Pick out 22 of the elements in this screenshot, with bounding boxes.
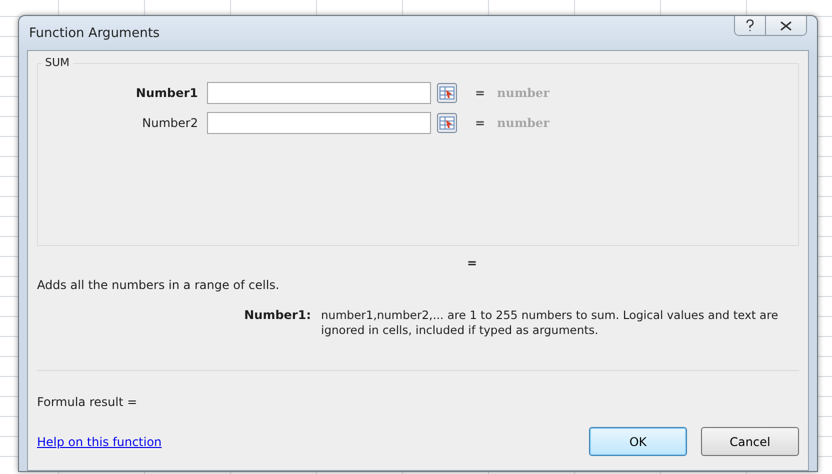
function-description: Adds all the numbers in a range of cells.: [37, 278, 280, 292]
argument-result: number: [497, 86, 550, 100]
argument-help-text: number1,number2,... are 1 to 255 numbers to sum. Logical values and text are ignored in cells, included if typed as arguments.: [321, 308, 780, 338]
range-select-icon[interactable]: [437, 83, 457, 103]
argument-label: Number1: [134, 86, 199, 100]
argument-label: Number2: [141, 116, 199, 130]
equals-sign: =: [475, 116, 486, 130]
formula-result: Formula result =: [37, 395, 138, 409]
equals-sign: =: [475, 86, 486, 100]
range-select-icon[interactable]: [437, 113, 457, 133]
window-title: Function Arguments: [28, 26, 160, 40]
close-icon[interactable]: [765, 16, 806, 35]
argument-field[interactable]: [207, 112, 431, 134]
help-link[interactable]: Help on this function: [37, 434, 162, 448]
function-name: SUM: [42, 56, 73, 69]
argument-help-label: Number1:: [243, 308, 312, 324]
dialog-button[interactable]: OK: [589, 427, 687, 456]
help-icon[interactable]: [735, 16, 765, 35]
dialog-button[interactable]: Cancel: [701, 427, 799, 456]
argument-field[interactable]: [207, 82, 431, 104]
result-equals: =: [466, 256, 478, 270]
argument-result: number: [497, 116, 550, 130]
